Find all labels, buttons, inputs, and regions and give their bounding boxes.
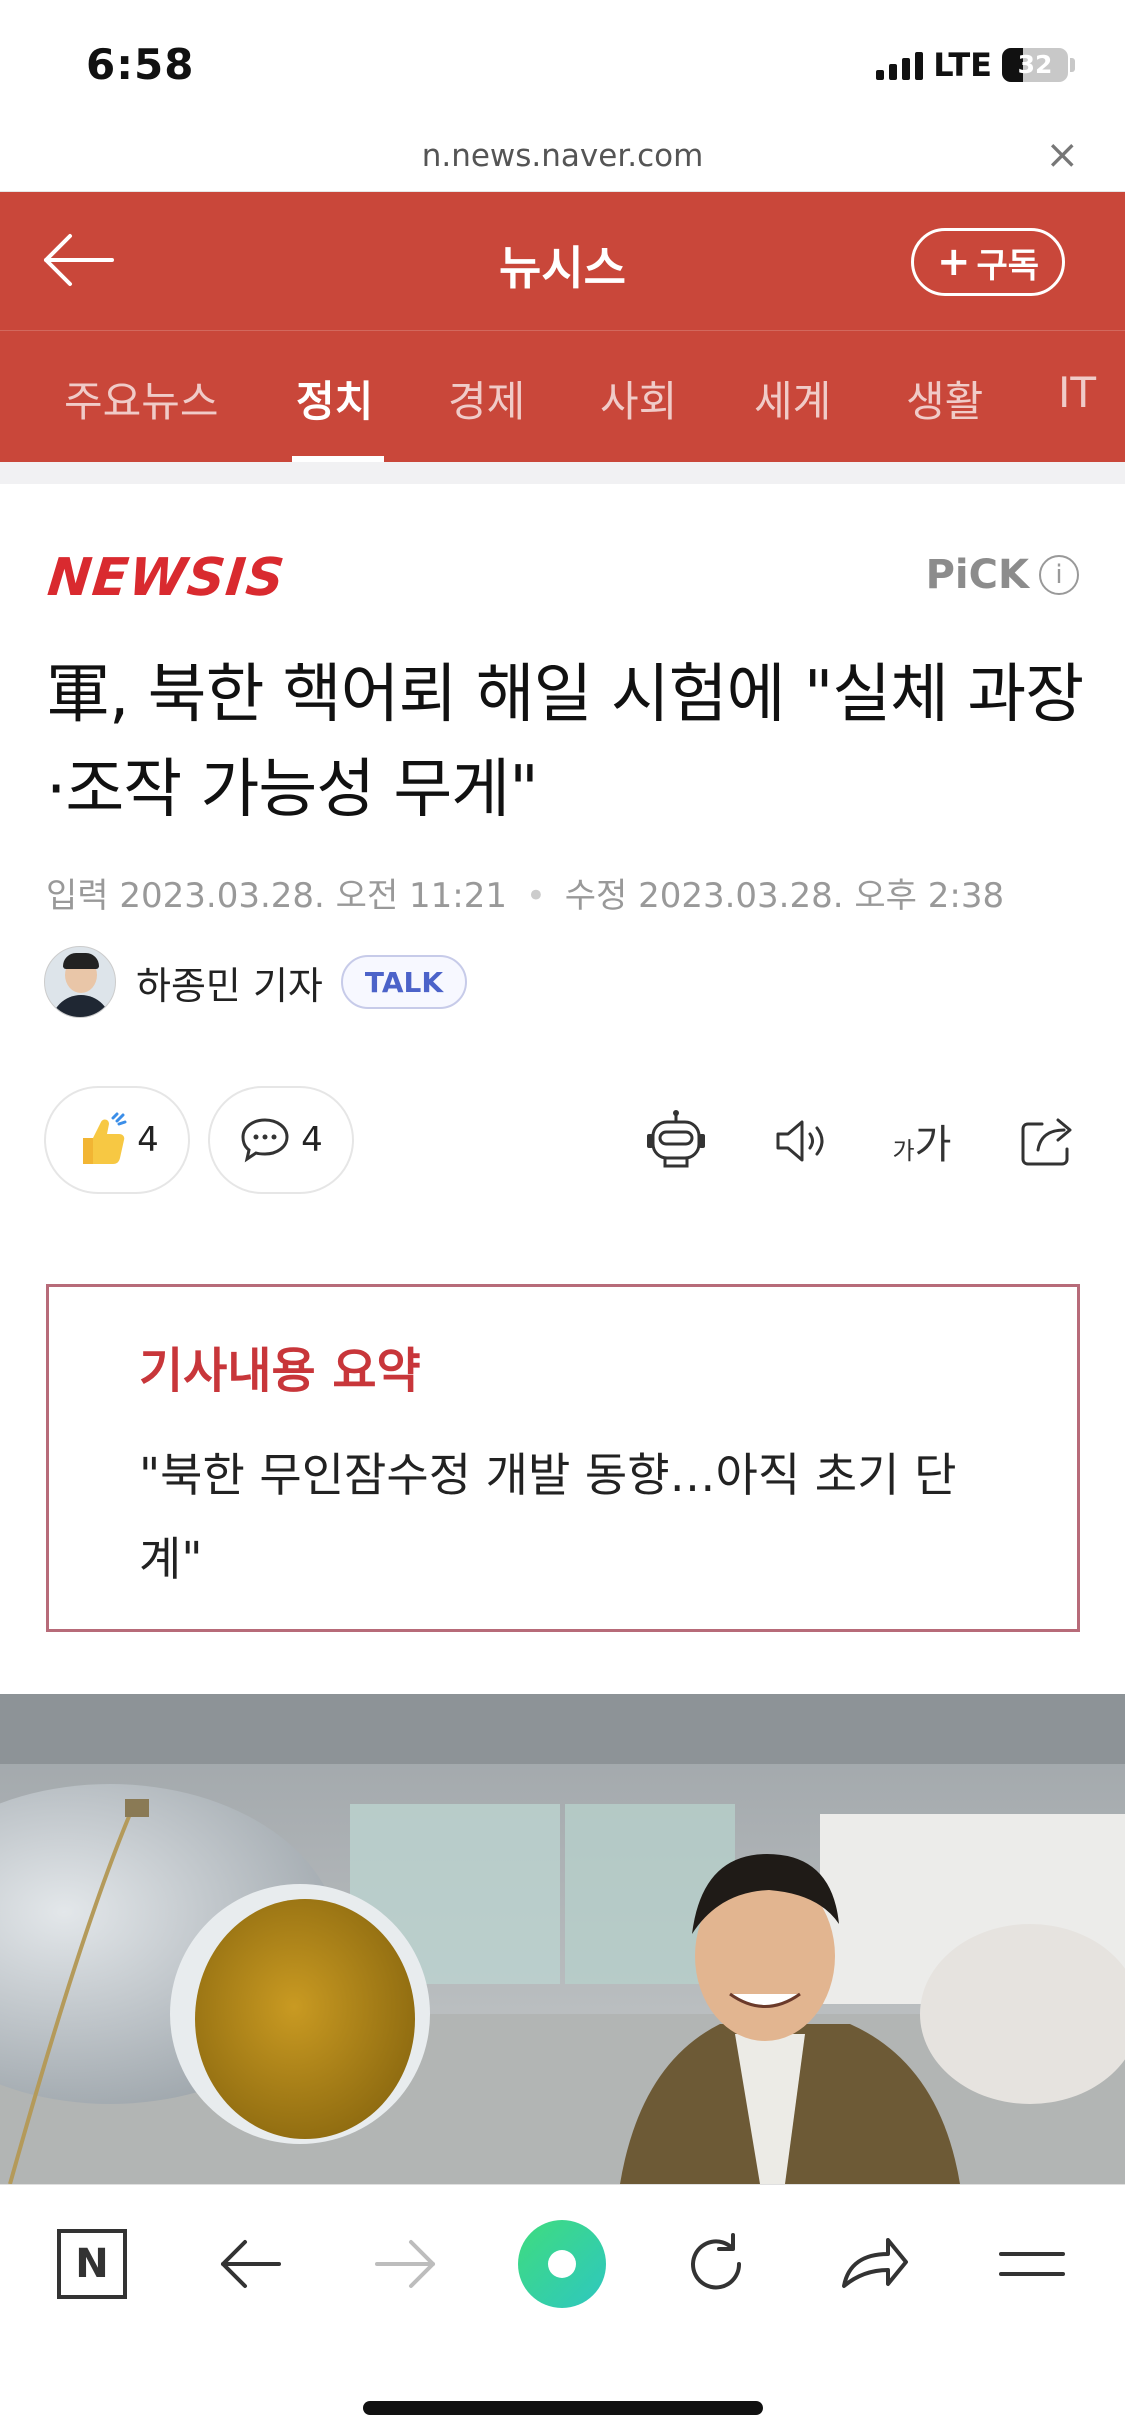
tab-main-news[interactable]: 주요뉴스	[64, 368, 219, 429]
input-label: 입력	[46, 876, 109, 916]
press-logo[interactable]: NEWSIS	[45, 548, 288, 608]
share-icon[interactable]	[1008, 1106, 1088, 1176]
refresh-button[interactable]	[666, 2219, 766, 2309]
pick-label: PiCK	[925, 552, 1029, 598]
home-indicator[interactable]	[363, 2401, 763, 2415]
font-size-button[interactable]: 가 가	[882, 1106, 962, 1176]
menu-icon	[999, 2252, 1065, 2276]
modified-date: 2023.03.28. 오후 2:38	[638, 876, 1005, 916]
browser-toolbar: N	[0, 2184, 1125, 2436]
status-time: 6:58	[86, 40, 195, 89]
close-icon[interactable]: ×	[1045, 132, 1079, 178]
thumbs-up-icon	[83, 1112, 127, 1164]
tab-economy[interactable]: 경제	[448, 368, 525, 429]
naver-home-button[interactable]: N	[42, 2219, 142, 2309]
share-page-button[interactable]	[824, 2219, 924, 2309]
pick-badge[interactable]: PiCK i	[926, 552, 1079, 598]
forward-button[interactable]	[356, 2219, 456, 2309]
article-actions: 4 4 가 가	[44, 1086, 1084, 1196]
back-icon	[221, 2240, 281, 2288]
separator-dot: •	[525, 876, 546, 916]
robot-summary-icon[interactable]	[636, 1106, 716, 1176]
like-button[interactable]: 4	[44, 1086, 190, 1194]
info-icon[interactable]: i	[1039, 555, 1079, 595]
battery-icon: 32	[1002, 48, 1068, 82]
refresh-icon	[691, 2233, 742, 2290]
modified-label: 수정	[564, 876, 628, 916]
summary-title: 기사내용 요약	[139, 1343, 421, 1399]
input-date: 2023.03.28. 오전 11:21	[119, 876, 508, 916]
green-dot-button[interactable]	[512, 2219, 612, 2309]
section-divider	[0, 462, 1125, 484]
share-arrow-icon	[842, 2238, 908, 2288]
green-dot-icon	[518, 2220, 606, 2308]
battery-tip	[1070, 58, 1075, 72]
status-indicators: LTE 32	[876, 46, 1075, 84]
back-button[interactable]	[200, 2219, 300, 2309]
network-type: LTE	[933, 46, 992, 84]
reporter-info: 하종민 기자 TALK	[44, 946, 468, 1018]
comment-icon	[241, 1118, 289, 1163]
comment-button[interactable]: 4	[208, 1086, 354, 1194]
font-size-large: 가	[914, 1122, 952, 1168]
forward-icon	[375, 2240, 435, 2288]
category-tabs: 주요뉴스 정치 경제 사회 세계 생활 IT	[0, 332, 1125, 462]
reporter-avatar[interactable]	[44, 946, 116, 1018]
tab-life[interactable]: 생활	[906, 368, 983, 429]
menu-button[interactable]	[982, 2219, 1082, 2309]
summary-text: "북한 무인잠수정 개발 동향…아직 초기 단계"	[139, 1448, 957, 1586]
subscribe-label: 구독	[976, 245, 1040, 286]
tab-it[interactable]: IT	[1058, 368, 1096, 417]
speaker-icon[interactable]	[762, 1106, 842, 1176]
article-summary: 기사내용 요약 "북한 무인잠수정 개발 동향…아직 초기 단계"	[46, 1284, 1080, 1632]
reporter-name[interactable]: 하종민 기자	[136, 955, 323, 1010]
talk-button[interactable]: TALK	[340, 955, 468, 1009]
tab-politics[interactable]: 정치	[296, 368, 373, 429]
comment-count: 4	[301, 1120, 323, 1160]
font-size-small: 가	[892, 1136, 915, 1165]
naver-icon: N	[57, 2229, 127, 2299]
article-datetime: 입력 2023.03.28. 오전 11:21 • 수정 2023.03.28.…	[46, 868, 1004, 917]
article-headline: 軍, 북한 핵어뢰 해일 시험에 "실체 과장·조작 가능성 무게"	[46, 658, 1084, 827]
url-bar[interactable]: n.news.naver.com ×	[0, 130, 1125, 192]
press-header: 뉴시스 + 구독 주요뉴스 정치 경제 사회 세계 생활 IT	[0, 192, 1125, 462]
status-bar: 6:58 LTE 32	[0, 0, 1125, 130]
plus-icon: +	[936, 239, 971, 285]
like-count: 4	[137, 1120, 159, 1160]
article-photo[interactable]	[0, 1694, 1125, 2184]
tab-society[interactable]: 사회	[600, 368, 677, 429]
battery-level: 32	[1017, 50, 1053, 79]
header-divider	[0, 330, 1125, 331]
url-text[interactable]: n.news.naver.com	[0, 138, 1125, 174]
news-photo	[0, 1694, 1125, 2184]
signal-icon	[876, 50, 924, 80]
subscribe-button[interactable]: + 구독	[911, 228, 1065, 296]
tab-world[interactable]: 세계	[754, 368, 831, 429]
